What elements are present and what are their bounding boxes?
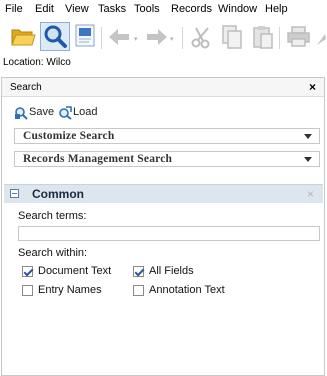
load-label: Load <box>73 106 98 118</box>
search-type-label: Records Management Search <box>23 153 173 165</box>
search-icon[interactable] <box>40 22 70 51</box>
forward-arrow-icon[interactable] <box>143 27 169 50</box>
checkbox-label: Document Text <box>38 265 112 277</box>
chevron-down-icon <box>304 134 312 139</box>
checkbox-box[interactable] <box>22 285 33 296</box>
load-search-icon <box>58 106 72 123</box>
toolbar: ▾ ▾ <box>0 19 327 55</box>
checkbox-box[interactable] <box>133 266 144 277</box>
toolbar-separator <box>182 27 183 49</box>
overflow-icon[interactable] <box>316 31 327 50</box>
checkbox-box[interactable] <box>133 285 144 296</box>
cut-icon[interactable] <box>190 25 214 52</box>
print-icon[interactable] <box>286 26 312 51</box>
close-icon[interactable]: × <box>307 187 314 201</box>
toolbar-separator <box>101 27 102 49</box>
panel-header: Search × <box>2 78 324 97</box>
close-icon[interactable]: × <box>309 80 316 94</box>
location-value: Wilco <box>46 57 71 68</box>
menu-tasks[interactable]: Tasks <box>98 3 126 15</box>
chevron-down-icon <box>304 157 312 162</box>
common-section-header[interactable]: Common × <box>4 184 323 203</box>
folder-open-icon[interactable] <box>10 23 36 52</box>
menu-file[interactable]: File <box>5 3 23 15</box>
menu-records[interactable]: Records <box>171 3 212 15</box>
back-dropdown-arrow[interactable]: ▾ <box>134 35 138 43</box>
search-type-dropdown[interactable]: Records Management Search <box>14 151 320 167</box>
customize-search-dropdown[interactable]: Customize Search <box>14 128 320 144</box>
menu-tools[interactable]: Tools <box>134 3 160 15</box>
menu-edit[interactable]: Edit <box>35 3 54 15</box>
checkbox-label: Entry Names <box>38 284 102 296</box>
checkbox-label: All Fields <box>149 265 194 277</box>
search-terms-label: Search terms: <box>18 210 87 222</box>
location-label: Location: <box>3 57 44 68</box>
paste-icon[interactable] <box>251 24 275 53</box>
collapse-icon[interactable] <box>10 189 19 198</box>
panel-title: Search <box>10 82 42 93</box>
menu-bar: File Edit View Tasks Tools Records Windo… <box>0 0 327 19</box>
back-arrow-icon[interactable] <box>107 27 133 50</box>
checkbox-box[interactable] <box>22 266 33 277</box>
search-panel: Search × Save Load Customize Search Reco… <box>1 77 325 376</box>
forward-dropdown-arrow[interactable]: ▾ <box>170 35 174 43</box>
search-terms-input[interactable] <box>18 226 320 241</box>
menu-view[interactable]: View <box>65 3 89 15</box>
menu-help[interactable]: Help <box>265 3 288 15</box>
checkbox-label: Annotation Text <box>149 284 225 296</box>
section-title: Common <box>32 187 84 201</box>
form-icon[interactable] <box>74 24 98 51</box>
location-line: Location: Wilco <box>3 57 71 68</box>
menu-window[interactable]: Window <box>218 3 257 15</box>
customize-search-label: Customize Search <box>23 130 115 142</box>
search-within-label: Search within: <box>18 247 88 259</box>
copy-icon[interactable] <box>220 24 244 53</box>
save-search-icon <box>14 106 28 123</box>
save-label: Save <box>29 106 55 118</box>
toolbar-separator <box>279 27 280 49</box>
